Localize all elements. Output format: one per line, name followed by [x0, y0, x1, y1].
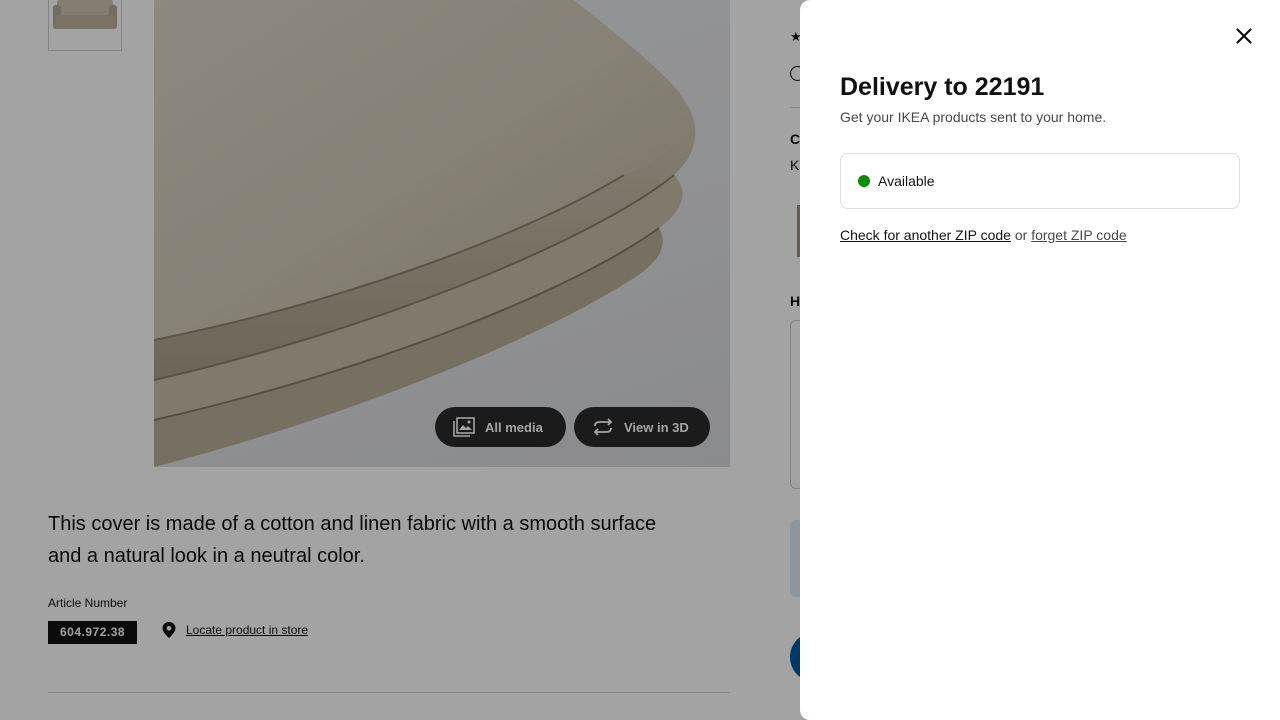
delivery-panel-subtitle: Get your IKEA products sent to your home… — [840, 109, 1107, 125]
check-another-zip-link[interactable]: Check for another ZIP code — [840, 227, 1011, 243]
availability-card: Available — [840, 153, 1240, 209]
availability-status-dot — [858, 175, 870, 187]
zip-actions: Check for another ZIP code or forget ZIP… — [840, 227, 1127, 243]
close-icon — [1236, 28, 1252, 44]
delivery-panel-title: Delivery to 22191 — [840, 73, 1045, 101]
delivery-panel — [800, 0, 1280, 720]
close-button[interactable] — [1232, 24, 1256, 48]
availability-status-text: Available — [878, 173, 935, 189]
or-text: or — [1014, 227, 1028, 243]
forget-zip-link[interactable]: forget ZIP code — [1031, 227, 1126, 243]
